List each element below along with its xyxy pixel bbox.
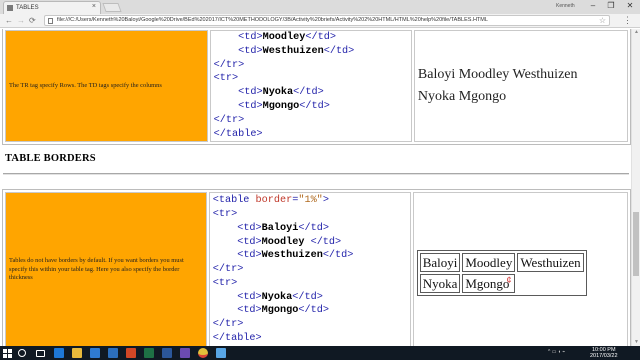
reload-button[interactable]: ⟳ — [29, 15, 36, 26]
store-icon[interactable] — [90, 348, 100, 358]
excel-icon[interactable] — [144, 348, 154, 358]
code-line: <td>Moodley</td> — [238, 32, 336, 43]
table-row: The TR tag specify Rows. The TD tags spe… — [5, 30, 628, 143]
code-line: <tr> — [213, 73, 239, 85]
code-line: <td>Moodley </td> — [237, 236, 342, 248]
mail-icon[interactable] — [108, 348, 118, 358]
code-line: </tr> — [213, 114, 245, 126]
tr-td-rendered-output: Baloyi Moodley Westhuizen Nyoka Mgongo — [413, 30, 628, 143]
word-icon[interactable] — [162, 348, 172, 358]
app-icon[interactable] — [180, 348, 190, 358]
code-line: <table border="1%"> — [212, 195, 329, 207]
taskbar-clock[interactable]: 10:00 PM 2017/03/22 — [590, 347, 618, 359]
tr-td-example-table: The TR tag specify Rows. The TD tags spe… — [2, 29, 631, 146]
close-window-button[interactable]: ✕ — [621, 0, 639, 12]
file-page-icon — [48, 18, 53, 24]
code-line: <td>Mgongo</td> — [238, 100, 330, 112]
maximize-button[interactable]: ❐ — [602, 0, 620, 12]
table-borders-rendered-output: Baloyi Moodley Westhuizen Nyoka Mgongo¢ — [412, 192, 628, 346]
minimize-button[interactable]: – — [584, 0, 602, 12]
system-tray[interactable]: ^ ▭ ◖ ⌁ — [548, 349, 565, 355]
tab-close-icon[interactable]: × — [92, 3, 96, 10]
code-line: <td>Westhuizen</td> — [237, 250, 354, 262]
rendered-row: Baloyi Moodley Westhuizen — [419, 253, 584, 272]
mouse-cursor-icon: ¢ — [506, 275, 512, 285]
file-explorer-icon[interactable] — [72, 348, 82, 358]
forward-button[interactable]: → — [17, 15, 25, 26]
code-line: <td>Nyoka</td> — [238, 87, 324, 99]
code-line: </tr> — [213, 59, 245, 71]
rendered-row: Baloyi Moodley Westhuizen — [417, 67, 578, 83]
table-row: Tables do not have borders by default. I… — [5, 192, 628, 346]
scrollbar-thumb[interactable] — [633, 212, 639, 276]
clock-date: 2017/03/22 — [590, 353, 618, 359]
code-line: </table> — [212, 333, 262, 345]
code-line: <td>Baloyi</td> — [237, 222, 329, 234]
tr-td-code-sample: <td>Moodley</td> <td>Westhuizen</td> </tr… — [209, 30, 412, 143]
search-icon[interactable] — [18, 349, 26, 357]
edge-icon[interactable] — [54, 348, 64, 358]
rendered-row: Nyoka Mgongo¢ — [419, 274, 584, 293]
rendered-cell: Baloyi — [419, 253, 461, 272]
powerpoint-icon[interactable] — [126, 348, 136, 358]
table-borders-description: Tables do not have borders by default. I… — [5, 192, 207, 346]
code-line: <td>Westhuizen</td> — [238, 45, 355, 57]
paint-icon[interactable] — [216, 348, 226, 358]
horizontal-rule — [3, 173, 629, 175]
browser-menu-icon[interactable]: ⋮ — [623, 15, 632, 26]
address-toolbar: ← → ⟳ file:///C:/Users/Kenneth%20Baloyi/… — [0, 14, 640, 28]
code-line: <tr> — [212, 277, 238, 289]
code-line: </table> — [213, 128, 263, 140]
page-favicon-icon — [7, 5, 13, 11]
chrome-icon[interactable] — [198, 348, 208, 358]
rendered-cell: Mgongo¢ — [462, 274, 516, 293]
table-borders-code-sample: <table border="1%"> <tr> <td>Baloyi</td> … — [208, 192, 411, 346]
scroll-down-arrow-icon[interactable]: ▼ — [634, 340, 639, 345]
new-tab-button[interactable] — [102, 3, 122, 12]
start-icon[interactable] — [3, 349, 12, 358]
profile-name[interactable]: Kenneth — [556, 3, 575, 9]
rendered-cell: Moodley — [462, 253, 516, 272]
rendered-cell: Westhuizen — [517, 253, 584, 272]
browser-titlebar: TABLES × Kenneth – ❐ ✕ — [0, 0, 640, 14]
code-line: <td>Nyoka</td> — [237, 291, 323, 303]
page-scrollbar[interactable]: ▲ ▼ — [631, 29, 640, 346]
rendered-cell: Nyoka — [419, 274, 461, 293]
task-view-icon[interactable] — [36, 350, 45, 357]
back-button[interactable]: ← — [5, 15, 13, 26]
code-line: <td>Mgongo</td> — [237, 305, 329, 317]
code-line: </tr> — [212, 319, 244, 331]
rendered-bordered-table: Baloyi Moodley Westhuizen Nyoka Mgongo¢ — [416, 250, 587, 296]
address-bar[interactable]: file:///C:/Users/Kenneth%20Baloyi/Google… — [44, 15, 610, 26]
rendered-row: Nyoka Mgongo — [417, 89, 507, 105]
rendered-cell-text: Mgongo — [465, 276, 510, 291]
bookmark-star-icon[interactable]: ☆ — [599, 16, 606, 25]
windows-taskbar: ^ ▭ ◖ ⌁ 10:00 PM 2017/03/22 — [0, 346, 640, 360]
browser-tab[interactable]: TABLES × — [3, 1, 101, 14]
section-heading: TABLE BORDERS — [5, 153, 96, 164]
table-borders-example-table: Tables do not have borders by default. I… — [2, 189, 631, 346]
code-line: </tr> — [212, 264, 244, 276]
tab-title: TABLES — [16, 5, 39, 11]
code-line: <tr> — [212, 208, 238, 220]
page-viewport: The TR tag specify Rows. The TD tags spe… — [0, 29, 631, 346]
tr-td-description: The TR tag specify Rows. The TD tags spe… — [5, 30, 208, 143]
scroll-up-arrow-icon[interactable]: ▲ — [634, 30, 639, 35]
url-text[interactable]: file:///C:/Users/Kenneth%20Baloyi/Google… — [57, 17, 488, 23]
